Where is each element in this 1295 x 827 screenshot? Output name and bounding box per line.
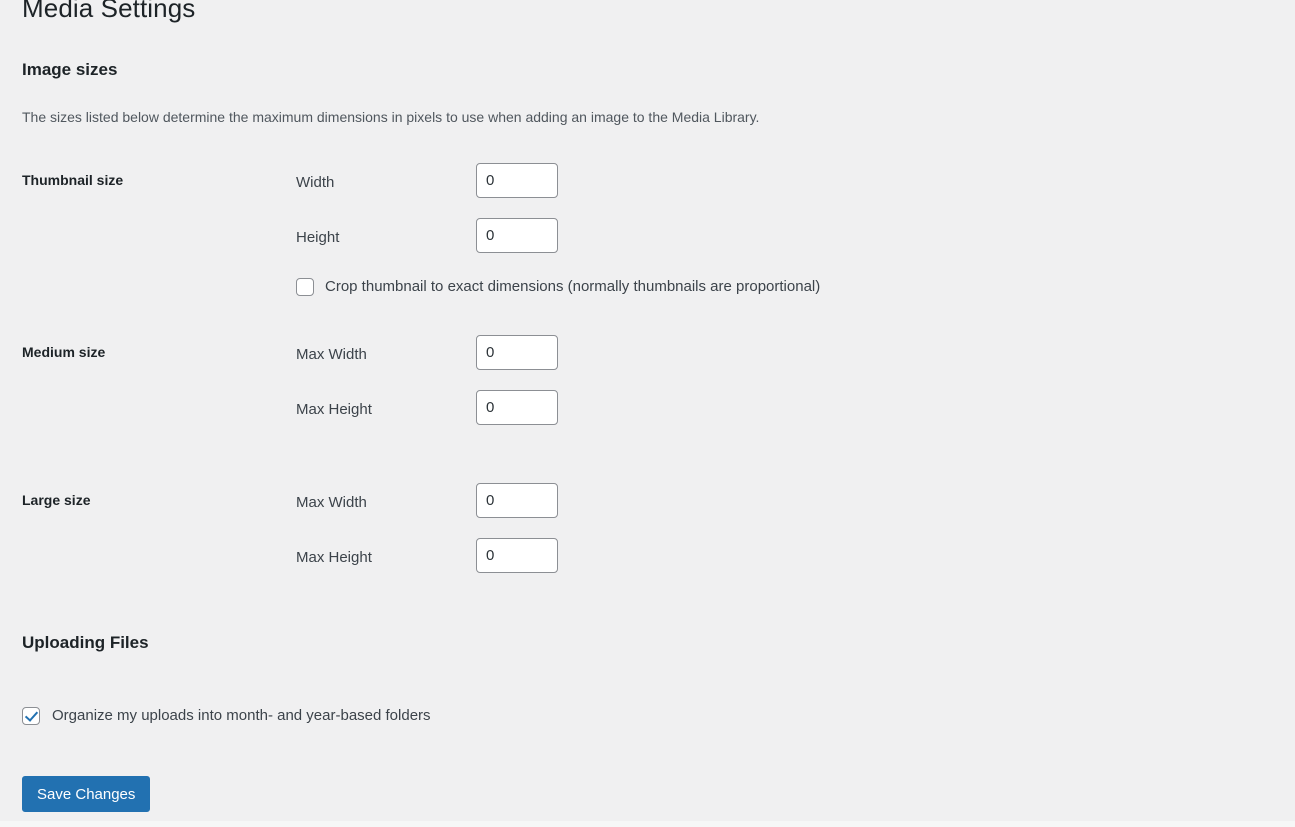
- bottom-strip: [0, 821, 1295, 827]
- large-max-width-input[interactable]: [476, 483, 558, 518]
- medium-max-height-input[interactable]: [476, 390, 558, 425]
- field-label-thumbnail-height: Height: [296, 229, 340, 246]
- thumbnail-height-input[interactable]: [476, 218, 558, 253]
- organize-uploads-label[interactable]: Organize my uploads into month- and year…: [52, 705, 431, 726]
- crop-thumbnail-row: Crop thumbnail to exact dimensions (norm…: [296, 276, 820, 297]
- image-sizes-description: The sizes listed below determine the max…: [22, 109, 760, 125]
- medium-max-width-input[interactable]: [476, 335, 558, 370]
- field-label-thumbnail-width: Width: [296, 174, 335, 191]
- thumbnail-width-input[interactable]: [476, 163, 558, 198]
- organize-uploads-row: Organize my uploads into month- and year…: [22, 705, 431, 726]
- save-changes-button[interactable]: Save Changes: [22, 776, 151, 812]
- section-heading-image-sizes: Image sizes: [22, 60, 118, 79]
- field-label-medium-max-width: Max Width: [296, 346, 367, 363]
- row-label-thumbnail-size: Thumbnail size: [22, 172, 124, 188]
- field-label-medium-max-height: Max Height: [296, 401, 372, 418]
- section-heading-uploading-files: Uploading Files: [22, 633, 149, 652]
- crop-thumbnail-label[interactable]: Crop thumbnail to exact dimensions (norm…: [325, 276, 820, 297]
- page-title: Media Settings: [22, 0, 196, 23]
- crop-thumbnail-checkbox[interactable]: [296, 277, 314, 296]
- large-max-height-input[interactable]: [476, 538, 558, 573]
- field-label-large-max-height: Max Height: [296, 549, 372, 566]
- organize-uploads-checkbox[interactable]: [22, 706, 40, 725]
- row-label-large-size: Large size: [22, 492, 91, 508]
- row-label-medium-size: Medium size: [22, 344, 106, 360]
- field-label-large-max-width: Max Width: [296, 494, 367, 511]
- media-settings-page: Media Settings Image sizes The sizes lis…: [0, 0, 1295, 827]
